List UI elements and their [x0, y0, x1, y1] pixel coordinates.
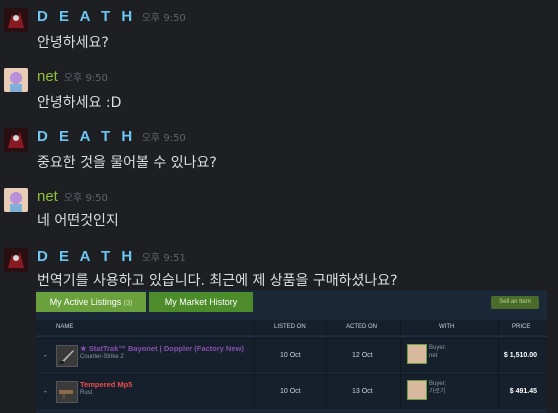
item-game: Counter-Strike 2 — [80, 354, 124, 360]
tab-count: (3) — [123, 300, 133, 307]
buyer-label: Buyer: — [429, 345, 447, 351]
acted-on: 13 Oct — [352, 388, 373, 395]
death-avatar-icon — [4, 128, 28, 152]
avatar[interactable] — [4, 68, 28, 92]
column-header-price: PRICE — [512, 324, 531, 330]
buyer-avatar[interactable] — [407, 380, 427, 400]
column-header-acted: ACTED ON — [346, 324, 378, 330]
timestamp: 오후 9:51 — [141, 253, 186, 264]
buyer-info: Buyer: 가로기 — [429, 380, 446, 396]
acted-on: 12 Oct — [352, 352, 373, 359]
item-name[interactable]: Tempered Mp5 — [80, 380, 132, 389]
item-game: Rust — [80, 390, 93, 396]
author-name[interactable]: net — [37, 188, 58, 205]
buyer-label: Buyer: — [429, 381, 447, 387]
message-text: 번역기를 사용하고 있습니다. 최근에 제 상품을 구매하셨나요? — [37, 273, 398, 289]
tab-label: My Active Listings — [49, 297, 122, 307]
listed-on: 10 Oct — [280, 388, 301, 395]
net-avatar-icon — [4, 68, 28, 92]
avatar[interactable] — [4, 8, 28, 32]
column-header-listed: LISTED ON — [274, 324, 306, 330]
table-header: NAME LISTED ON ACTED ON WITH PRICE — [36, 320, 547, 335]
author-name[interactable]: D E A T H — [37, 8, 136, 25]
net-avatar-icon — [4, 188, 28, 212]
market-screenshot[interactable]: My Active Listings (3) My Market History… — [36, 290, 547, 413]
message-text: 네 어떤것인지 — [37, 213, 119, 229]
timestamp: 오후 9:50 — [63, 193, 108, 204]
buyer-name: 가로기 — [429, 389, 446, 395]
message-text: 안녕하세요 :D — [37, 95, 122, 111]
author-name[interactable]: D E A T H — [37, 128, 136, 145]
tab-market-history[interactable]: My Market History — [149, 292, 253, 312]
death-avatar-icon — [4, 248, 28, 272]
gun-item-icon — [56, 381, 78, 403]
item-name[interactable]: ★ StatTrak™ Bayonet | Doppler (Factory N… — [80, 344, 244, 353]
listed-on: 10 Oct — [280, 352, 301, 359]
column-header-name: NAME — [56, 324, 74, 330]
avatar[interactable] — [4, 128, 28, 152]
knife-item-icon — [56, 345, 78, 367]
message-text: 안녕하세요? — [37, 35, 109, 51]
tab-active-listings[interactable]: My Active Listings (3) — [36, 292, 146, 312]
buyer-info: Buyer: net — [429, 344, 446, 360]
table-row[interactable]: - ★ StatTrak™ Bayonet | Doppler (Factory… — [36, 338, 547, 373]
price: $ 491.45 — [509, 388, 537, 395]
row-dash: - — [44, 351, 47, 360]
market-tabs: My Active Listings (3) My Market History… — [36, 290, 547, 312]
column-header-with: WITH — [439, 324, 455, 330]
row-dash: - — [44, 387, 47, 396]
buyer-name: net — [429, 353, 438, 359]
table-row[interactable]: - Tempered Mp5 Rust 10 Oct 13 Oct Buyer:… — [36, 374, 547, 409]
message-text: 중요한 것을 물어볼 수 있나요? — [37, 155, 217, 171]
author-name[interactable]: net — [37, 68, 58, 85]
timestamp: 오후 9:50 — [63, 73, 108, 84]
death-avatar-icon — [4, 8, 28, 32]
author-name[interactable]: D E A T H — [37, 248, 136, 265]
buyer-avatar[interactable] — [407, 344, 427, 364]
sell-item-button[interactable]: Sell an Item — [491, 296, 539, 309]
timestamp: 오후 9:50 — [141, 133, 186, 144]
avatar[interactable] — [4, 248, 28, 272]
timestamp: 오후 9:50 — [141, 13, 186, 24]
avatar[interactable] — [4, 188, 28, 212]
price: $ 1,510.00 — [503, 352, 537, 359]
